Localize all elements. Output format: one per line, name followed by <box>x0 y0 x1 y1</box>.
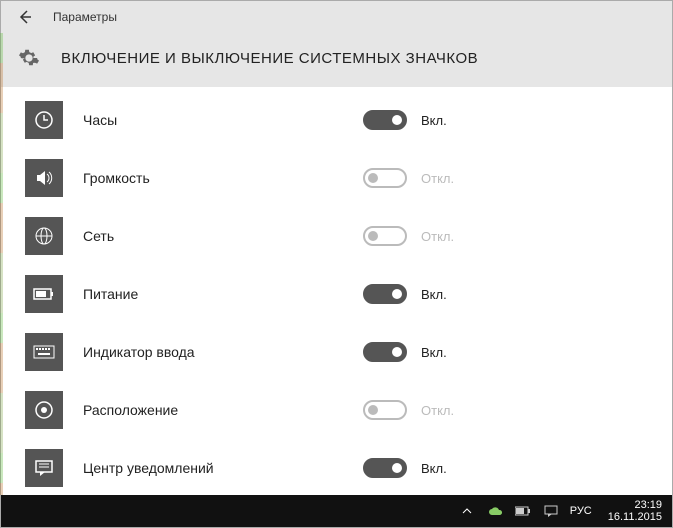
location-icon <box>25 391 63 429</box>
taskbar-time: 23:19 <box>634 499 662 511</box>
toggle-group: Откл. <box>363 400 454 420</box>
page-header: ВКЛЮЧЕНИЕ И ВЫКЛЮЧЕНИЕ СИСТЕМНЫХ ЗНАЧКОВ <box>1 33 672 87</box>
setting-row: Часы Вкл. <box>1 91 672 149</box>
toggle-state-label: Откл. <box>421 171 454 186</box>
setting-row: Расположение Откл. <box>1 381 672 439</box>
desktop-edge <box>0 33 3 495</box>
toggle-state-label: Откл. <box>421 403 454 418</box>
globe-icon <box>25 217 63 255</box>
taskbar-clock[interactable]: 23:19 16.11.2015 <box>608 499 662 523</box>
gear-icon <box>17 47 41 69</box>
page-title: ВКЛЮЧЕНИЕ И ВЫКЛЮЧЕНИЕ СИСТЕМНЫХ ЗНАЧКОВ <box>61 50 478 67</box>
setting-label: Расположение <box>83 402 363 418</box>
taskbar[interactable]: РУС 23:19 16.11.2015 <box>1 495 672 527</box>
setting-label: Сеть <box>83 228 363 244</box>
toggle-state-label: Вкл. <box>421 461 447 476</box>
back-button[interactable] <box>9 1 41 33</box>
toggle-switch[interactable] <box>363 400 407 420</box>
battery-icon <box>25 275 63 313</box>
toggle-switch[interactable] <box>363 168 407 188</box>
toggle-state-label: Откл. <box>421 229 454 244</box>
toggle-group: Вкл. <box>363 458 447 478</box>
toggle-switch[interactable] <box>363 284 407 304</box>
toggle-switch[interactable] <box>363 226 407 246</box>
volume-icon <box>25 159 63 197</box>
setting-row: Сеть Откл. <box>1 207 672 265</box>
setting-row: Индикатор ввода Вкл. <box>1 323 672 381</box>
system-tray: РУС 23:19 16.11.2015 <box>458 499 662 523</box>
toggle-group: Вкл. <box>363 110 447 130</box>
toggle-switch[interactable] <box>363 342 407 362</box>
settings-list: Часы Вкл. Громкость Откл. Сеть Откл. Пит… <box>1 87 672 495</box>
toggle-state-label: Вкл. <box>421 287 447 302</box>
toggle-state-label: Вкл. <box>421 113 447 128</box>
toggle-group: Откл. <box>363 226 454 246</box>
settings-window: Параметры ВКЛЮЧЕНИЕ И ВЫКЛЮЧЕНИЕ СИСТЕМН… <box>0 0 673 528</box>
setting-row: Центр уведомлений Вкл. <box>1 439 672 495</box>
setting-label: Индикатор ввода <box>83 344 363 360</box>
keyboard-icon <box>25 333 63 371</box>
actioncenter-tray-icon[interactable] <box>542 502 560 520</box>
toggle-group: Вкл. <box>363 284 447 304</box>
setting-row: Громкость Откл. <box>1 149 672 207</box>
battery-tray-icon[interactable] <box>514 502 532 520</box>
toggle-group: Вкл. <box>363 342 447 362</box>
toggle-state-label: Вкл. <box>421 345 447 360</box>
actioncenter-icon <box>25 449 63 487</box>
setting-label: Часы <box>83 112 363 128</box>
back-arrow-icon <box>17 9 33 25</box>
toggle-switch[interactable] <box>363 458 407 478</box>
chevron-up-icon[interactable] <box>458 502 476 520</box>
toggle-group: Откл. <box>363 168 454 188</box>
window-title: Параметры <box>53 10 117 24</box>
setting-label: Громкость <box>83 170 363 186</box>
language-indicator[interactable]: РУС <box>570 505 592 517</box>
setting-row: Питание Вкл. <box>1 265 672 323</box>
setting-label: Центр уведомлений <box>83 460 363 476</box>
toggle-switch[interactable] <box>363 110 407 130</box>
setting-label: Питание <box>83 286 363 302</box>
onedrive-icon[interactable] <box>486 502 504 520</box>
clock-icon <box>25 101 63 139</box>
title-bar: Параметры <box>1 1 672 33</box>
taskbar-date: 16.11.2015 <box>608 511 662 523</box>
